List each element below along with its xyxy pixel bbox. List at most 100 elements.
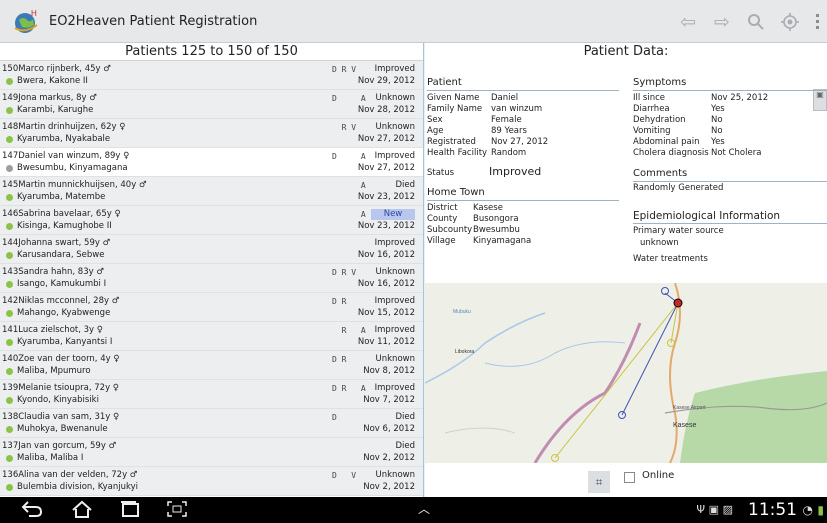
patient-row[interactable]: 138Claudia van sam, 31y ♀ Muhokya, Bwenan… xyxy=(0,409,423,438)
field-value: van winzum xyxy=(491,104,543,114)
field-row: Sex Female xyxy=(427,115,522,126)
field-label: Registrated xyxy=(427,137,476,147)
patient-name: 148Martin drinhuijzen, 62y ♀ xyxy=(2,122,126,132)
field-row: Registrated Nov 27, 2012 xyxy=(427,137,548,148)
forward-arrow-icon[interactable]: ⇨ xyxy=(705,0,739,43)
status-dot-icon xyxy=(6,78,13,85)
patient-date: Nov 27, 2012 xyxy=(357,134,415,144)
home-nav-icon[interactable] xyxy=(70,500,94,522)
status-dot-icon xyxy=(6,339,13,346)
recent-apps-icon[interactable] xyxy=(118,500,142,522)
patient-name: 147Daniel van winzum, 89y ♀ xyxy=(2,151,130,161)
field-label: Sex xyxy=(427,115,443,125)
patient-date: Nov 27, 2012 xyxy=(357,163,415,173)
patient-list-header: Patients 125 to 150 of 150 xyxy=(0,43,423,61)
online-label: Online xyxy=(642,470,675,481)
patient-location: Bwera, Kakone II xyxy=(6,76,88,87)
patient-row[interactable]: 136Alina van der velden, 72y ♂ Bulembia d… xyxy=(0,467,423,496)
patient-status: Unknown xyxy=(375,354,415,364)
patient-row[interactable]: 149Jona markus, 8y ♂ Karambi, Karughe D AU… xyxy=(0,90,423,119)
status-value: Improved xyxy=(489,165,542,178)
action-bar: H EO2Heaven Patient Registration ⇦ ⇨ xyxy=(0,0,827,43)
crop-icon[interactable]: ⌗ xyxy=(588,471,610,493)
status-dot-icon xyxy=(6,281,13,288)
field-value: Busongora xyxy=(473,214,519,224)
sd-card-icon: ▣ xyxy=(708,503,719,516)
map-label-b: Kasese xyxy=(673,422,696,429)
status-dot-icon xyxy=(6,397,13,404)
field-label: Dehydration xyxy=(633,115,686,125)
globe-logo-icon: H xyxy=(14,9,38,33)
field-row: Family Name van winzum xyxy=(427,104,542,115)
app-logo[interactable]: H xyxy=(13,8,41,34)
field-label: Diarrhea xyxy=(633,104,670,114)
patient-row[interactable]: 145Martin munnickhuijsen, 40y ♂ Kyarumba,… xyxy=(0,177,423,206)
patient-row[interactable]: 141Luca zielschot, 3y ♀ Kyarumba, Kanyant… xyxy=(0,322,423,351)
patient-row[interactable]: 148Martin drinhuijzen, 62y ♀ Kyarumba, Ny… xyxy=(0,119,423,148)
patient-status: Died xyxy=(395,180,415,190)
overflow-menu-icon[interactable] xyxy=(807,0,827,43)
patient-name: 140Zoe van der toorn, 4y ♀ xyxy=(2,354,120,364)
patient-status: Unknown xyxy=(375,122,415,132)
patient-row[interactable]: 146Sabrina bavelaar, 65y ♀ Kisinga, Kamug… xyxy=(0,206,423,235)
locate-icon[interactable] xyxy=(773,0,807,43)
screenshot-icon[interactable] xyxy=(166,500,188,522)
field-value: No xyxy=(711,115,723,125)
symptoms-section-title: Symptoms xyxy=(633,76,827,91)
patient-data-header: Patient Data: xyxy=(583,44,669,59)
field-row: SubcountyBwesumbu xyxy=(427,225,520,236)
map-label-d: Libokora xyxy=(455,349,474,355)
patient-location: Maliba, Maliba I xyxy=(6,453,83,464)
patient-status: Unknown xyxy=(375,470,415,480)
field-row: District Kasese xyxy=(427,203,503,214)
epi-section-title: Epidemiological Information xyxy=(633,209,827,224)
patient-location: Kyondo, Kinyabisiki xyxy=(6,395,99,406)
patient-status: Improved xyxy=(374,238,415,248)
patient-status: Improved xyxy=(374,383,415,393)
patient-row[interactable]: 147Daniel van winzum, 89y ♀ Bwesumbu, Kin… xyxy=(0,148,423,177)
online-checkbox[interactable] xyxy=(624,472,635,483)
field-label: District xyxy=(427,203,458,213)
field-value: No xyxy=(711,126,723,136)
patient-section-title: Patient xyxy=(427,76,619,91)
field-label: County xyxy=(427,214,458,224)
keyboard-hide-icon[interactable]: ︿ xyxy=(418,500,430,517)
field-value: Nov 27, 2012 xyxy=(491,137,549,147)
field-label: Abdominal pain xyxy=(633,137,700,147)
patient-row[interactable]: 139Melanie tsioupra, 72y ♀ Kyondo, Kinyab… xyxy=(0,380,423,409)
field-value: Not Cholera xyxy=(711,148,762,158)
field-row: Diarrhea Yes xyxy=(633,104,725,115)
app-screen: H EO2Heaven Patient Registration ⇦ ⇨ Pat… xyxy=(0,0,827,523)
patient-row[interactable]: 142Niklas mcconnel, 28y ♂ Mahango, Kyabwe… xyxy=(0,293,423,322)
status-dot-icon xyxy=(6,223,13,230)
app-title: EO2Heaven Patient Registration xyxy=(49,13,258,29)
patient-date: Nov 16, 2012 xyxy=(357,250,415,260)
status-dot-icon xyxy=(6,165,13,172)
map-view[interactable]: Mubuku Kasese Kasese Airport Libokora xyxy=(425,283,827,463)
patient-date: Nov 29, 2012 xyxy=(357,76,415,86)
patient-row[interactable]: 137Jan van gorcum, 59y ♂ Maliba, Maliba I… xyxy=(0,438,423,467)
patient-status: Died xyxy=(395,441,415,451)
back-arrow-icon[interactable]: ⇦ xyxy=(671,0,705,43)
image-tab-icon[interactable]: ▣ xyxy=(813,89,827,111)
field-value: Nov 25, 2012 xyxy=(711,93,769,103)
field-row: Health Facility Random xyxy=(427,148,526,159)
patient-date: Nov 23, 2012 xyxy=(357,221,415,231)
patient-name: 136Alina van der velden, 72y ♂ xyxy=(2,470,138,480)
patient-date: Nov 15, 2012 xyxy=(357,308,415,318)
patient-row[interactable]: 140Zoe van der toorn, 4y ♀ Maliba, Mpumur… xyxy=(0,351,423,380)
patient-detail-panel: Patient Data: ▣ Patient Given Name Daniel… xyxy=(425,43,827,497)
status-dot-icon xyxy=(6,484,13,491)
patient-row[interactable]: 143Sandra hahn, 83y ♂ Isango, Kamukumbi I… xyxy=(0,264,423,293)
back-nav-icon[interactable] xyxy=(20,500,44,522)
patient-row[interactable]: 150Marco rijnberk, 45y ♂ Bwera, Kakone II… xyxy=(0,61,423,90)
patient-location: Bwesumbu, Kinyamagana xyxy=(6,163,128,174)
patient-date: Nov 8, 2012 xyxy=(363,366,415,376)
field-value: Random xyxy=(491,148,527,158)
patient-status: Improved xyxy=(374,296,415,306)
patient-row[interactable]: 144Johanna swart, 59y ♂ Karusandara, Sebw… xyxy=(0,235,423,264)
field-label: Family Name xyxy=(427,104,483,114)
search-icon[interactable] xyxy=(739,0,773,43)
patient-status: New xyxy=(371,209,415,220)
field-label: Village xyxy=(427,236,456,246)
